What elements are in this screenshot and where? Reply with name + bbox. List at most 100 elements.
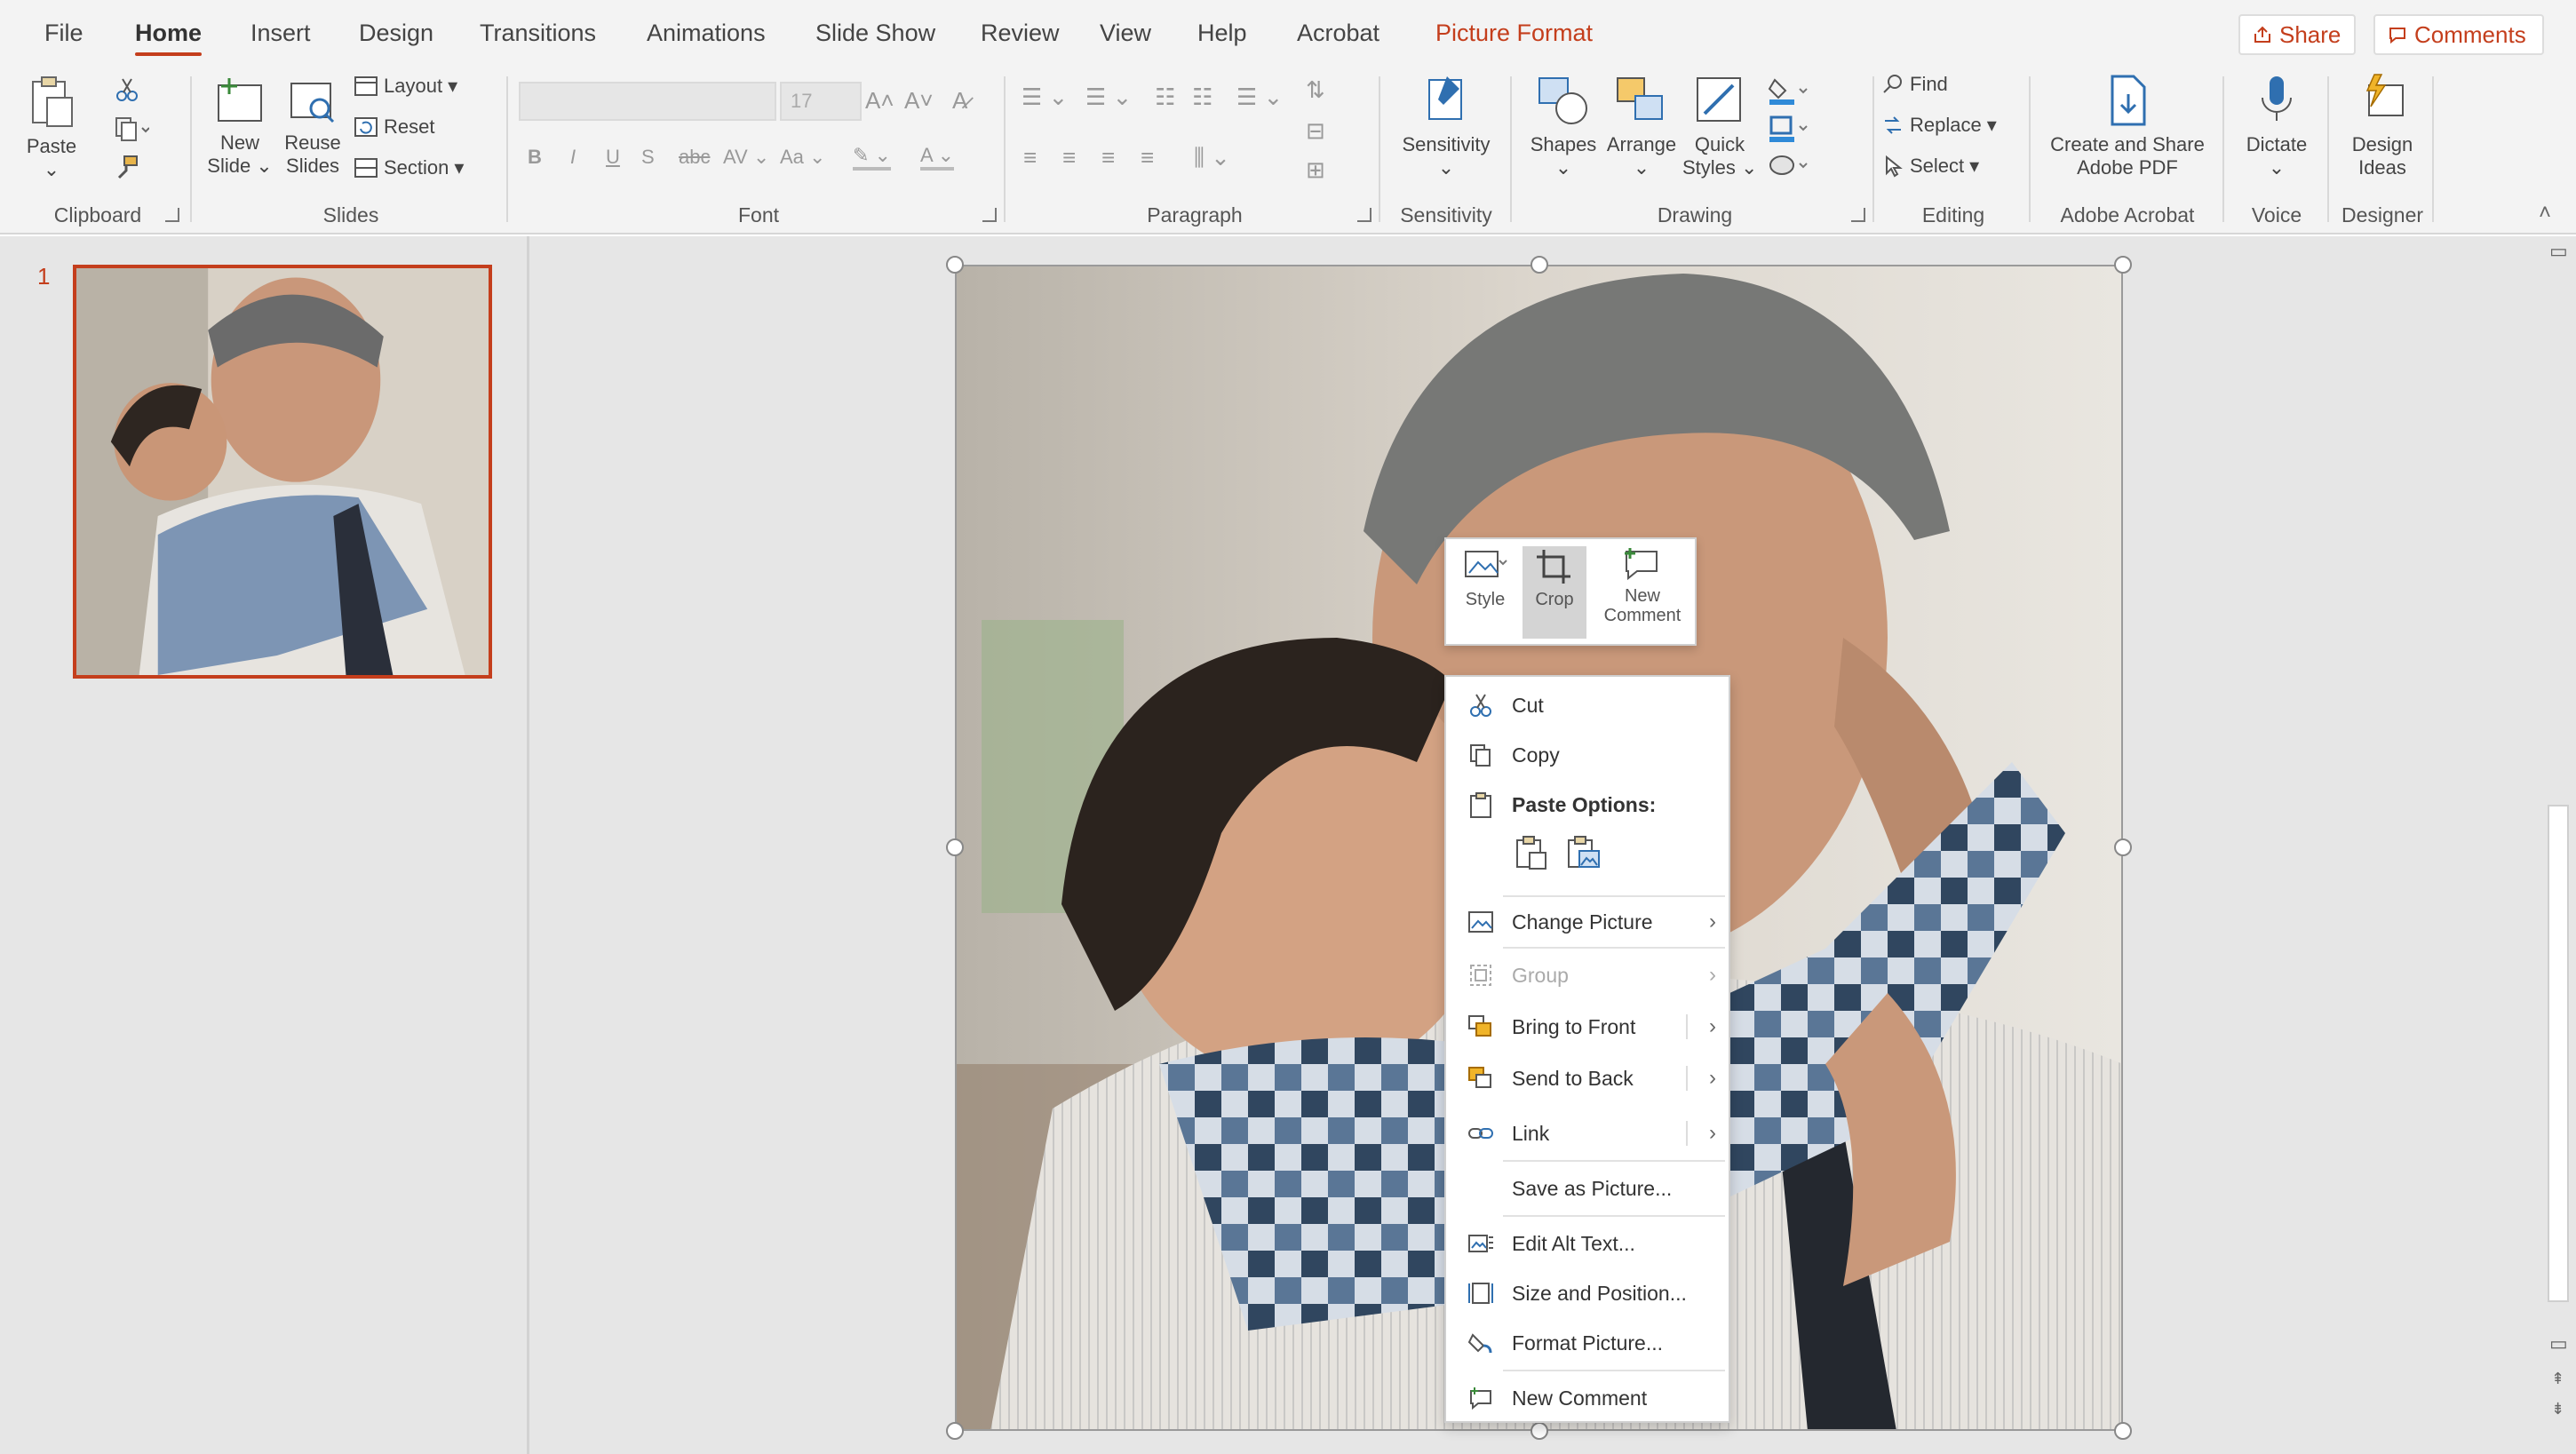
italic-icon[interactable]: I — [570, 146, 576, 169]
replace-button[interactable]: Replace ▾ — [1881, 114, 1997, 137]
scroll-up-icon[interactable]: ▭ — [2549, 240, 2568, 263]
tab-help[interactable]: Help — [1197, 20, 1247, 47]
menu-item-format-picture[interactable]: Format Picture... — [1446, 1322, 1729, 1364]
tab-picture-format[interactable]: Picture Format — [1435, 20, 1593, 47]
center-icon[interactable]: ≡ — [1062, 144, 1076, 171]
clear-formatting-icon[interactable]: A̷ — [952, 87, 967, 115]
slide-thumbnail[interactable] — [73, 265, 492, 679]
format-painter-icon[interactable] — [114, 155, 140, 181]
font-color-icon[interactable]: A ⌄ — [920, 144, 955, 171]
justify-icon[interactable]: ≡ — [1141, 144, 1154, 171]
resize-handle-top-right[interactable] — [2114, 256, 2132, 274]
resize-handle-bottom[interactable] — [1530, 1422, 1548, 1440]
resize-handle-top-left[interactable] — [946, 256, 964, 274]
tab-review[interactable]: Review — [981, 20, 1060, 47]
drawing-dialog-launcher[interactable] — [1851, 208, 1865, 222]
paste-button[interactable]: Paste ⌄ — [25, 75, 78, 181]
tab-acrobat[interactable]: Acrobat — [1297, 20, 1379, 47]
tab-slide-show[interactable]: Slide Show — [815, 20, 935, 47]
menu-item-group[interactable]: Group › — [1446, 954, 1729, 997]
scroll-down-icon[interactable]: ▭ — [2549, 1332, 2568, 1355]
columns-icon[interactable]: ⫼ ⌄ — [1194, 144, 1230, 172]
resize-handle-right[interactable] — [2114, 838, 2132, 856]
shape-effects-icon[interactable] — [1768, 151, 1809, 181]
align-text-icon[interactable]: ⊟ — [1306, 117, 1325, 145]
style-button[interactable]: Style — [1453, 546, 1517, 639]
tab-design[interactable]: Design — [359, 20, 433, 47]
submenu-arrow-icon[interactable]: › — [1709, 1014, 1716, 1039]
bold-icon[interactable]: B — [528, 146, 542, 169]
copy-icon[interactable] — [114, 115, 149, 142]
font-name-combo[interactable] — [519, 82, 776, 121]
align-left-icon[interactable]: ≡ — [1023, 144, 1037, 171]
resize-handle-top[interactable] — [1530, 256, 1548, 274]
increase-font-size-icon[interactable]: A˄ — [865, 87, 894, 115]
align-right-icon[interactable]: ≡ — [1101, 144, 1115, 171]
character-spacing-icon[interactable]: AV ⌄ — [723, 146, 769, 169]
menu-item-copy[interactable]: Copy — [1446, 734, 1729, 776]
section-button[interactable]: Section ▾ — [354, 156, 464, 179]
comments-button[interactable]: Comments — [2373, 14, 2544, 55]
paste-keep-formatting-icon[interactable] — [1514, 833, 1549, 870]
clipboard-dialog-launcher[interactable] — [165, 208, 179, 222]
arrange-button[interactable]: Arrange ⌄ — [1602, 73, 1681, 179]
reset-button[interactable]: Reset — [354, 115, 434, 139]
share-button[interactable]: Share — [2238, 14, 2356, 55]
bullets-icon[interactable]: ☰ ⌄ — [1022, 83, 1068, 111]
tab-transitions[interactable]: Transitions — [480, 20, 596, 47]
shapes-button[interactable]: Shapes ⌄ — [1526, 73, 1601, 179]
menu-item-size-and-position[interactable]: Size and Position... — [1446, 1272, 1729, 1315]
quick-styles-button[interactable]: Quick Styles ⌄ — [1682, 73, 1757, 179]
new-slide-button[interactable]: New Slide ⌄ — [206, 75, 274, 178]
line-spacing-icon[interactable]: ☰ ⌄ — [1236, 83, 1283, 111]
menu-item-cut[interactable]: Cut — [1446, 684, 1729, 727]
tab-insert[interactable]: Insert — [250, 20, 311, 47]
submenu-arrow-icon[interactable]: › — [1709, 1121, 1716, 1146]
shape-fill-icon[interactable] — [1768, 76, 1809, 107]
menu-item-send-to-back[interactable]: Send to Back › — [1446, 1057, 1729, 1100]
menu-item-save-as-picture[interactable]: Save as Picture... — [1446, 1167, 1729, 1210]
resize-handle-bottom-left[interactable] — [946, 1422, 964, 1440]
new-comment-button[interactable]: New Comment — [1594, 546, 1691, 639]
select-button[interactable]: Select ▾ — [1881, 155, 1979, 178]
change-case-icon[interactable]: Aa ⌄ — [780, 146, 825, 169]
shadow-icon[interactable]: S — [641, 146, 655, 169]
vertical-scrollbar[interactable]: ▭ ▭ ⇞ ⇟ — [2540, 236, 2576, 1454]
increase-indent-icon[interactable]: ☷ — [1192, 83, 1212, 111]
previous-slide-icon[interactable]: ⇞ — [2551, 1370, 2564, 1388]
tab-view[interactable]: View — [1100, 20, 1151, 47]
resize-handle-bottom-right[interactable] — [2114, 1422, 2132, 1440]
menu-item-edit-alt-text[interactable]: Edit Alt Text... — [1446, 1222, 1729, 1265]
paragraph-dialog-launcher[interactable] — [1357, 208, 1371, 222]
strikethrough-icon[interactable]: abc — [679, 146, 710, 169]
dictate-button[interactable]: Dictate ⌄ — [2233, 73, 2320, 179]
resize-handle-left[interactable] — [946, 838, 964, 856]
font-dialog-launcher[interactable] — [982, 208, 997, 222]
decrease-font-size-icon[interactable]: A˅ — [904, 87, 934, 115]
decrease-indent-icon[interactable]: ☷ — [1155, 83, 1175, 111]
create-share-pdf-button[interactable]: Create and Share Adobe PDF — [2041, 73, 2214, 179]
menu-item-link[interactable]: Link › — [1446, 1112, 1729, 1155]
collapse-ribbon-icon[interactable]: ˄ — [2539, 201, 2551, 226]
menu-item-change-picture[interactable]: Change Picture › — [1446, 901, 1729, 943]
layout-button[interactable]: Layout ▾ — [354, 75, 457, 98]
cut-icon[interactable] — [114, 76, 140, 103]
smartart-icon[interactable]: ⊞ — [1306, 156, 1325, 184]
crop-button[interactable]: Crop — [1523, 546, 1586, 639]
tab-file[interactable]: File — [44, 20, 83, 47]
reuse-slides-button[interactable]: Reuse Slides — [279, 75, 346, 178]
scrollbar-thumb[interactable] — [2548, 805, 2569, 1302]
submenu-arrow-icon[interactable]: › — [1709, 1066, 1716, 1091]
numbering-icon[interactable]: ☰ ⌄ — [1085, 83, 1132, 111]
highlight-icon[interactable]: ✎ ⌄ — [853, 144, 891, 171]
shape-outline-icon[interactable] — [1768, 114, 1809, 144]
font-size-combo[interactable]: 17 — [780, 82, 862, 121]
sensitivity-button[interactable]: Sensitivity ⌄ — [1391, 73, 1501, 179]
tab-home[interactable]: Home — [135, 20, 203, 56]
menu-item-bring-to-front[interactable]: Bring to Front › — [1446, 1005, 1729, 1048]
underline-icon[interactable]: U — [606, 146, 620, 169]
text-direction-icon[interactable]: ⇅ — [1306, 76, 1325, 104]
tab-animations[interactable]: Animations — [647, 20, 766, 47]
paste-as-picture-icon[interactable] — [1565, 833, 1601, 870]
find-button[interactable]: Find — [1881, 73, 1948, 96]
